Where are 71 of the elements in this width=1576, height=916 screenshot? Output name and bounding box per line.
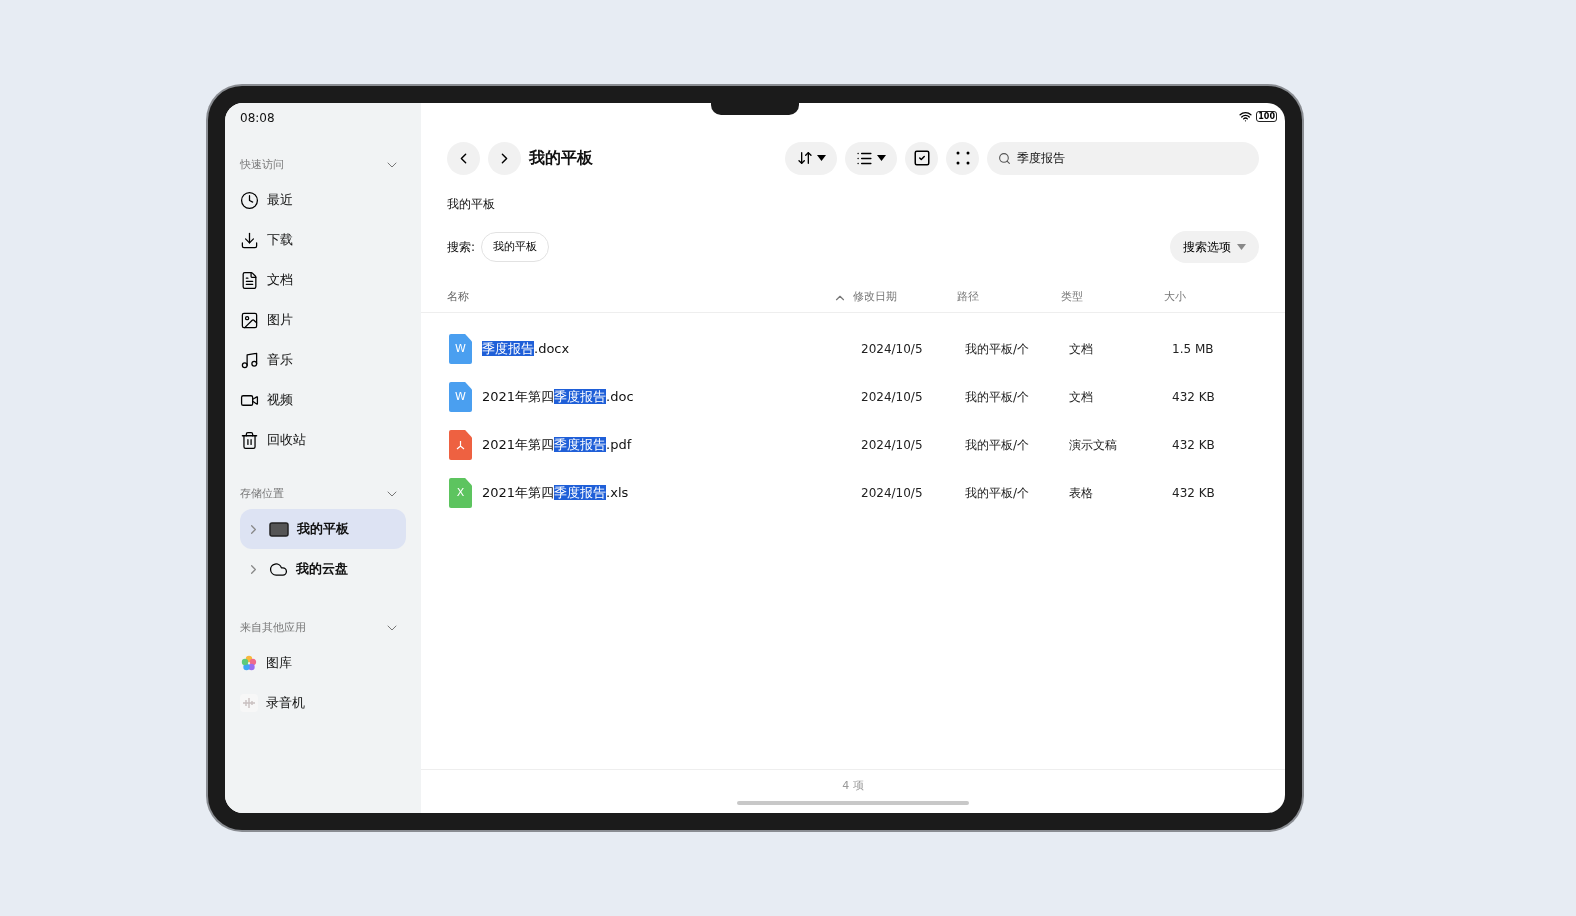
wifi-icon [1239,109,1253,123]
path-cell-text: 我的平板/个 [964,485,1031,502]
checkbox-icon [912,149,931,167]
path-cell-text: 我的平板/个 [964,389,1031,406]
date-cell-text: 2024/10/5 [860,389,924,406]
section-title: 存储位置 [240,485,284,502]
view-mode-button[interactable] [845,141,897,175]
breadcrumb[interactable]: 我的平板 [421,195,1285,213]
back-button[interactable] [447,141,480,175]
trash-icon [240,430,259,450]
tablet-icon [269,521,289,537]
sidebar-item[interactable]: 下载 [240,220,406,260]
section-title: 快速访问 [240,156,284,173]
sidebar-item[interactable]: 我的云盘 [240,549,406,589]
search-icon [998,151,1011,165]
sidebar-item[interactable]: 文档 [240,260,406,300]
sidebar-item[interactable]: 图库 [240,643,406,683]
section-title: 来自其他应用 [240,619,306,636]
battery-indicator: 100 [1256,110,1277,122]
sidebar-item[interactable]: 视频 [240,380,406,420]
caret-icon [877,155,886,161]
column-header[interactable]: 修改日期 [853,289,897,306]
download-icon [240,230,259,250]
column-header[interactable]: 大小 [1164,289,1186,306]
sidebar-item[interactable]: 图片 [240,300,406,340]
size-cell-text: 432 KB [1171,485,1216,502]
image-icon [240,310,259,330]
music-note-icon [240,350,259,370]
forward-button[interactable] [488,141,521,175]
sidebar-item[interactable]: 音乐 [240,340,406,380]
four-dots-icon [955,151,970,165]
sidebar-item[interactable]: 我的平板 [240,509,406,549]
path-cell-text: 我的平板/个 [964,341,1031,358]
page-title: 我的平板 [529,147,593,169]
column-header[interactable]: 路径 [957,289,979,306]
document-icon [240,270,259,290]
clock-icon [240,190,259,210]
sort-button[interactable] [785,141,837,175]
search-field[interactable]: 季度报告 [987,141,1259,175]
waveform-icon [240,694,258,712]
search-options-button[interactable]: 搜索选项 [1170,231,1259,263]
more-button[interactable] [946,141,979,175]
size-cell-text: 432 KB [1171,389,1216,406]
caret-icon [1237,244,1246,250]
path-cell-text: 我的平板/个 [964,437,1031,454]
date-cell-text: 2024/10/5 [860,341,924,358]
sidebar-item[interactable]: 录音机 [240,683,406,723]
size-cell-text: 432 KB [1171,437,1216,454]
type-cell-text: 文档 [1068,389,1094,406]
type-cell-text: 演示文稿 [1068,437,1118,454]
type-cell-text: 表格 [1068,485,1094,502]
type-cell-text: 文档 [1068,341,1094,358]
item-count: 4 项 [842,778,864,794]
column-header[interactable]: 类型 [1061,289,1083,306]
file-name[interactable]: 季度报告.docx [482,339,570,359]
date-cell-text: 2024/10/5 [860,485,924,502]
flower-icon [240,654,258,672]
sort-arrows-icon [796,150,813,166]
column-header[interactable]: 名称 [447,289,469,306]
date-cell-text: 2024/10/5 [860,437,924,454]
size-cell-text: 1.5 MB [1171,341,1215,358]
search-scope-label: 搜索: [447,239,476,256]
sidebar-item[interactable]: 回收站 [240,420,406,460]
sidebar-item[interactable]: 最近 [240,180,406,220]
caret-icon [816,155,826,161]
pdf-file-icon [449,430,472,460]
status-time: 08:08 [240,110,276,127]
word-file-icon: W [449,382,472,412]
spreadsheet-file-icon: X [449,478,472,508]
word-file-icon: W [449,334,472,364]
select-button[interactable] [905,141,938,175]
